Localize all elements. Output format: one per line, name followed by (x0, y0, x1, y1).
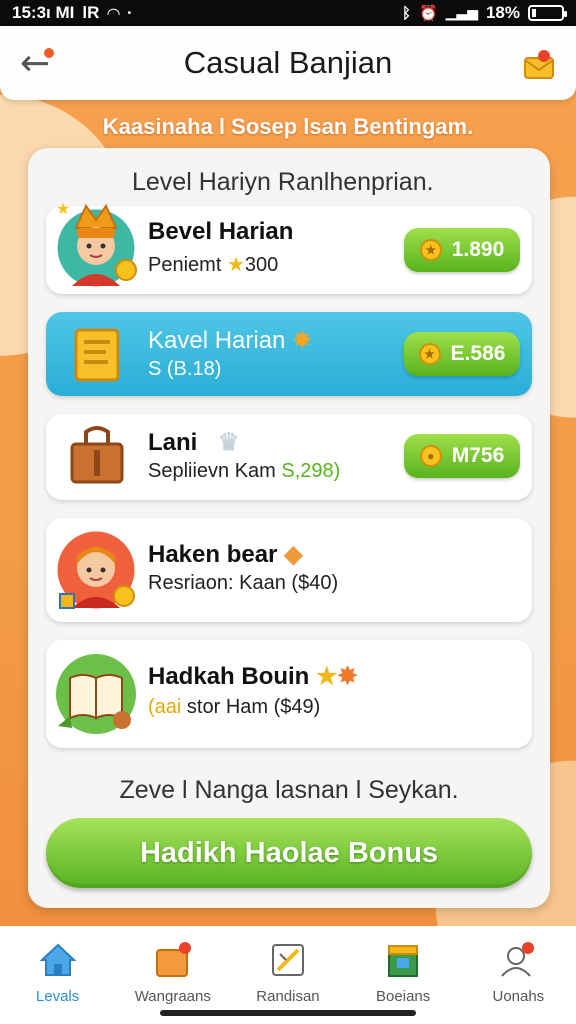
wifi-icon: ◠ (107, 3, 120, 23)
gift-button[interactable] (522, 48, 556, 80)
nav-label: Wangraans (134, 988, 211, 1005)
card-title: Bevel Harian (148, 218, 294, 245)
status-bar: 15:3ı MI lR ◠ • ᛒ ⏰ ▁▃▅ 18% (0, 0, 576, 26)
avatar-boy-crown-icon: ★ (54, 201, 138, 290)
sparkle-icon: ✸ (337, 663, 358, 690)
card-subtitle: Sepliievn Kam S,298) (148, 460, 340, 483)
star-coin-icon: ★ (418, 343, 441, 365)
card-subtitle: (aai stor Ham ($49) (148, 696, 320, 719)
gift-icon (524, 50, 554, 79)
card-title: Lani ♛ (148, 428, 240, 457)
level-card-selected[interactable]: Kavel Harian ✸ S (B.18) ★ E.586 (46, 312, 532, 396)
nav-item-levels[interactable]: Levals (8, 940, 108, 1024)
app-header: ← Casual Banjian (0, 26, 576, 100)
avatar-boy-icon (54, 528, 138, 612)
card-sub-prefix: Sepliievn Kam (148, 460, 282, 482)
card-sub-prefix: (aai (148, 696, 182, 718)
star-coin-icon: ★ (419, 239, 442, 261)
alarm-icon: ⏰ (418, 4, 438, 22)
notification-badge (42, 46, 56, 60)
nav-item-uonahs[interactable]: Uonahs (468, 940, 568, 1024)
page-title: Casual Banjian (183, 45, 393, 80)
level-card[interactable]: Hadkah Bouin ★✸ (aai stor Ham ($49) (46, 640, 532, 748)
nav-label: Boeians (376, 988, 431, 1005)
nav-label: Levals (35, 988, 80, 1005)
nav-label: Randisan (256, 988, 320, 1005)
reward-button[interactable]: ★ 1.890 (404, 228, 520, 272)
subtitle-banner: Kaasinaha l Sosep lsan Bentingam. (102, 114, 474, 139)
card-subtitle: S (B.18) (148, 358, 222, 380)
calendar-icon (155, 942, 191, 977)
reward-amount: M756 (451, 444, 505, 467)
bonus-button-label: Hadikh Haolae Bonus (139, 836, 439, 869)
signal-icon: ▁▃▅ (445, 5, 478, 21)
home-indicator[interactable] (160, 1010, 416, 1016)
battery-percent: 18% (485, 3, 520, 22)
coin-icon: ● (419, 445, 442, 467)
daily-levels-panel: Level Hariyn Ranlhenprian. ★ Bevel Haria… (28, 148, 550, 908)
svg-text:★: ★ (56, 201, 70, 218)
book-icon (56, 654, 136, 734)
card-title: Kavel Harian ✸ (148, 326, 312, 355)
level-card[interactable]: ★ Bevel Harian Peniemt ★300 ★ 1.890 (46, 201, 532, 294)
card-subtitle: Resriaon: Kaan ($40) (148, 572, 339, 594)
notification-dot-icon: • (127, 7, 132, 19)
card-sub-value: stor Ham ($49) (181, 696, 321, 718)
tag-icon: ◆ (284, 541, 303, 568)
level-card[interactable]: Lani ♛ Sepliievn Kam S,298) ● M756 (46, 414, 532, 500)
document-icon (74, 328, 120, 382)
card-title: Hadkah Bouin ★✸ (148, 662, 358, 691)
star-burst-icon: ★ (316, 663, 338, 690)
bluetooth-icon: ᛒ (401, 4, 411, 22)
level-card[interactable]: Haken bear ◆ Resriaon: Kaan ($40) (46, 518, 532, 622)
reward-button[interactable]: ● M756 (404, 434, 520, 478)
user-icon (501, 942, 535, 977)
chef-hat-icon: ♛ (218, 429, 240, 456)
reward-button[interactable]: ★ E.586 (404, 332, 520, 376)
battery-icon (528, 5, 567, 21)
nav-label: Uonahs (492, 988, 545, 1005)
card-title-text: Haken bear (148, 541, 278, 568)
card-subtitle: Peniemt ★300 (148, 252, 278, 277)
status-time: 15:3ı MI (12, 3, 75, 22)
bag-icon (70, 426, 124, 484)
home-icon (39, 943, 77, 976)
card-sub-prefix: Peniemt (148, 254, 222, 276)
map-icon (271, 944, 304, 976)
reward-amount: 1.890 (451, 238, 505, 261)
panel-heading: Level Hariyn Ranlhenprian. (132, 168, 434, 196)
card-title-text: Kavel Harian (148, 327, 286, 354)
back-button[interactable]: ← (20, 46, 64, 86)
card-sub-value: S,298) (281, 460, 341, 482)
reward-amount: E.586 (450, 342, 506, 365)
star-icon: ★ (226, 254, 245, 276)
sparkle-icon: ✸ (292, 327, 313, 354)
card-sub-value: 300 (244, 254, 279, 276)
card-title: Haken bear ◆ (148, 540, 303, 569)
bonus-button[interactable]: Hadikh Haolae Bonus (46, 818, 532, 888)
box-icon (388, 945, 419, 977)
card-title-text: Hadkah Bouin (148, 663, 310, 690)
status-carrier: lR (82, 3, 100, 22)
card-title-text: Lani (148, 429, 198, 456)
footer-text: Zeve l Nanga lasnan l Seykan. (119, 776, 459, 804)
